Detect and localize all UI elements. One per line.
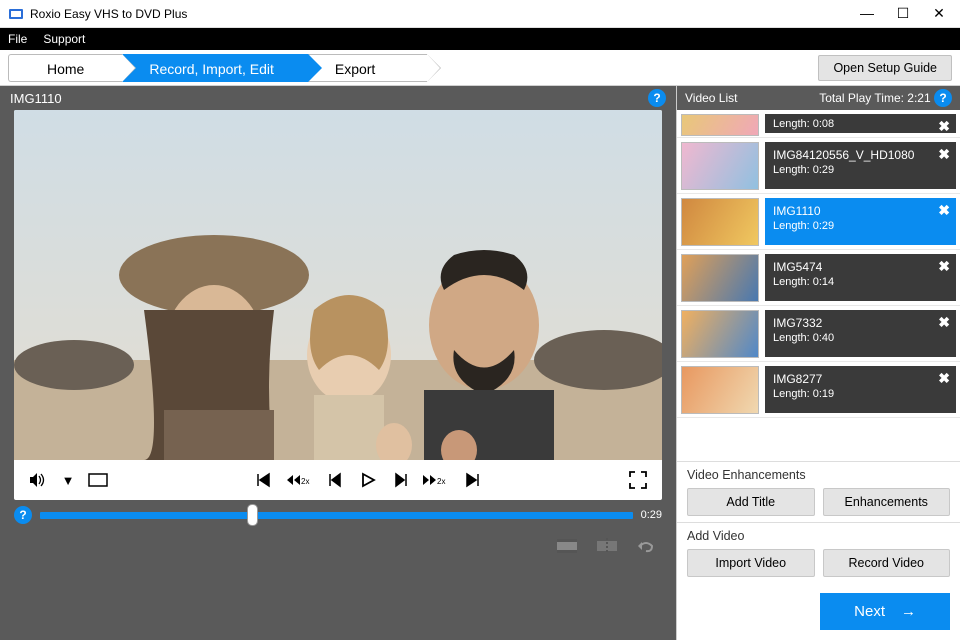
timeline-track[interactable]: 0:10:12 — [40, 508, 633, 522]
step-forward-icon[interactable] — [390, 472, 410, 488]
video-list[interactable]: Length: 0:08✖IMG84120556_V_HD1080Length:… — [677, 110, 960, 461]
total-play-label: Total Play Time: — [819, 91, 904, 105]
playback-controls: ▼ 2x 2x — [14, 460, 662, 500]
nav-row: Home Record, Import, Edit Export Open Se… — [0, 50, 960, 86]
menu-support[interactable]: Support — [43, 32, 85, 46]
enhancements-label: Video Enhancements — [687, 468, 950, 482]
video-thumbnail — [681, 366, 759, 414]
video-name: IMG7332 — [773, 316, 948, 330]
video-thumbnail — [681, 254, 759, 302]
import-video-button[interactable]: Import Video — [687, 549, 815, 577]
timeline-current-time: 0:10:12 — [253, 490, 290, 502]
minimize-button[interactable]: — — [858, 5, 876, 22]
video-list-label: Video List — [685, 91, 737, 105]
play-icon[interactable] — [358, 472, 378, 488]
app-title: Roxio Easy VHS to DVD Plus — [30, 7, 858, 21]
remove-video-icon[interactable]: ✖ — [938, 314, 950, 331]
cut-tool-icon[interactable] — [596, 538, 618, 554]
forward-icon[interactable]: 2x — [422, 472, 450, 488]
enhancements-button[interactable]: Enhancements — [823, 488, 951, 516]
video-name: IMG8277 — [773, 372, 948, 386]
video-length: Length: 0:29 — [773, 164, 948, 176]
tab-home[interactable]: Home — [8, 54, 122, 82]
video-list-item[interactable]: IMG1110 Length: 0:29✖ — [677, 194, 960, 250]
maximize-button[interactable]: ☐ — [894, 5, 912, 22]
add-video-label: Add Video — [687, 529, 950, 543]
tab-export[interactable]: Export — [308, 54, 427, 82]
volume-dropdown-icon[interactable]: ▼ — [58, 473, 78, 488]
skip-end-icon[interactable] — [462, 472, 482, 488]
svg-text:2x: 2x — [301, 477, 309, 486]
app-icon — [8, 6, 24, 22]
video-length: Length: 0:19 — [773, 388, 948, 400]
video-thumbnail — [681, 142, 759, 190]
timeline: ? 0:10:12 0:29 — [14, 506, 662, 524]
remove-video-icon[interactable]: ✖ — [938, 370, 950, 387]
titlebar: Roxio Easy VHS to DVD Plus — ☐ ✕ — [0, 0, 960, 28]
video-thumbnail — [681, 114, 759, 136]
video-thumbnail — [681, 198, 759, 246]
close-button[interactable]: ✕ — [930, 5, 948, 22]
fullscreen-icon[interactable] — [628, 471, 648, 489]
next-button[interactable]: Next → — [820, 593, 950, 630]
video-thumbnail — [681, 310, 759, 358]
preview-title: IMG1110 — [10, 91, 62, 106]
video-length: Length: 0:29 — [773, 220, 948, 232]
volume-icon[interactable] — [28, 472, 48, 488]
help-timeline-icon[interactable]: ? — [14, 506, 32, 524]
undo-icon[interactable] — [636, 538, 656, 554]
next-button-label: Next — [854, 603, 885, 620]
preview-panel: IMG1110 ? — [0, 86, 676, 640]
menubar: File Support — [0, 28, 960, 50]
video-length: Length: 0:40 — [773, 332, 948, 344]
film-tool-icon[interactable] — [556, 538, 578, 554]
video-name: IMG5474 — [773, 260, 948, 274]
timeline-handle[interactable] — [247, 504, 258, 526]
rewind-icon[interactable]: 2x — [286, 472, 314, 488]
help-list-icon[interactable]: ? — [934, 89, 952, 107]
help-preview-icon[interactable]: ? — [648, 89, 666, 107]
record-video-button[interactable]: Record Video — [823, 549, 951, 577]
video-list-item[interactable]: Length: 0:08✖ — [677, 110, 960, 138]
video-name: IMG84120556_V_HD1080 — [773, 148, 948, 162]
timeline-end-time: 0:29 — [641, 509, 662, 521]
video-list-item[interactable]: IMG8277 Length: 0:19✖ — [677, 362, 960, 418]
step-back-icon[interactable] — [326, 472, 346, 488]
add-title-button[interactable]: Add Title — [687, 488, 815, 516]
remove-video-icon[interactable]: ✖ — [938, 202, 950, 219]
remove-video-icon[interactable]: ✖ — [938, 118, 950, 135]
sidebar: Video List Total Play Time: 2:21 ? Lengt… — [676, 86, 960, 640]
video-name: IMG1110 — [773, 204, 948, 218]
video-length: Length: 0:14 — [773, 276, 948, 288]
remove-video-icon[interactable]: ✖ — [938, 146, 950, 163]
tab-record[interactable]: Record, Import, Edit — [122, 54, 308, 82]
open-setup-guide-button[interactable]: Open Setup Guide — [818, 55, 952, 81]
arrow-right-icon: → — [901, 603, 916, 620]
menu-file[interactable]: File — [8, 32, 27, 46]
svg-text:2x: 2x — [437, 477, 445, 486]
video-list-item[interactable]: IMG5474 Length: 0:14✖ — [677, 250, 960, 306]
video-length: Length: 0:08 — [773, 118, 948, 130]
remove-video-icon[interactable]: ✖ — [938, 258, 950, 275]
video-preview[interactable] — [14, 110, 662, 460]
skip-start-icon[interactable] — [254, 472, 274, 488]
video-list-item[interactable]: IMG84120556_V_HD1080 Length: 0:29✖ — [677, 138, 960, 194]
video-list-item[interactable]: IMG7332 Length: 0:40✖ — [677, 306, 960, 362]
total-play-time: 2:21 — [907, 91, 930, 105]
aspect-icon[interactable] — [88, 473, 108, 487]
